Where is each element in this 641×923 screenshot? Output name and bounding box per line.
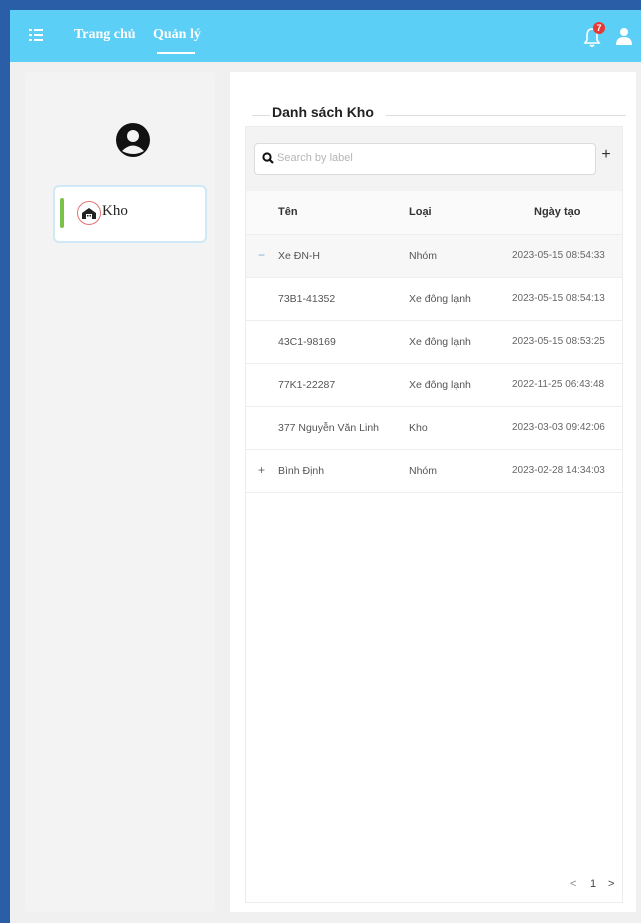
pagination-page[interactable]: 1 — [590, 878, 596, 890]
column-name: Tên — [278, 206, 298, 218]
table-row[interactable]: + Bình Định Nhóm 2023-02-28 14:34:03 — [246, 450, 622, 493]
cell-type: Kho — [409, 422, 428, 434]
table-row[interactable]: 73B1-41352 Xe đông lạnh 2023-05-15 08:54… — [246, 278, 622, 321]
active-indicator — [60, 198, 64, 228]
cell-date: 2023-05-15 08:54:33 — [512, 250, 605, 261]
cell-name: 43C1-98169 — [278, 336, 336, 348]
table-row[interactable]: − Xe ĐN-H Nhóm 2023-05-15 08:54:33 — [246, 235, 622, 278]
cell-date: 2023-05-15 08:53:25 — [512, 336, 605, 347]
main-panel: Danh sách Kho Search by label + Tên Loại… — [230, 72, 636, 912]
divider — [386, 115, 626, 116]
pagination-next[interactable]: > — [608, 878, 614, 890]
sidebar: Kho — [25, 72, 215, 912]
sidebar-item-kho[interactable]: Kho — [53, 185, 207, 243]
search-area: Search by label + — [246, 127, 622, 191]
cell-name: Xe ĐN-H — [278, 250, 321, 262]
warehouse-icon — [77, 201, 101, 225]
table-row[interactable]: 377 Nguyễn Văn Linh Kho 2023-03-03 09:42… — [246, 407, 622, 450]
search-input[interactable]: Search by label — [254, 143, 596, 175]
app-frame: Trang chủ Quản lý 7 Kho Danh sách Kho Se… — [10, 10, 641, 923]
top-bar: Trang chủ Quản lý 7 — [10, 10, 641, 62]
nav-home[interactable]: Trang chủ — [74, 27, 136, 43]
search-placeholder: Search by label — [277, 152, 353, 164]
pagination-prev[interactable]: < — [570, 878, 576, 890]
cell-name: 73B1-41352 — [278, 293, 336, 305]
sidebar-item-label: Kho — [102, 203, 128, 219]
table-row[interactable]: 43C1-98169 Xe đông lạnh 2023-05-15 08:53… — [246, 321, 622, 364]
search-icon — [262, 152, 274, 164]
expand-icon[interactable]: + — [258, 463, 265, 477]
add-button[interactable]: + — [599, 145, 613, 165]
active-tab-indicator — [157, 52, 195, 54]
user-icon[interactable] — [616, 27, 632, 45]
cell-type: Nhóm — [409, 250, 438, 262]
cell-date: 2022-11-25 06:43:48 — [512, 379, 605, 390]
divider — [252, 115, 270, 116]
nav-manage[interactable]: Quản lý — [153, 27, 201, 43]
notification-badge: 7 — [593, 22, 605, 34]
page-title: Danh sách Kho — [272, 104, 374, 120]
cell-date: 2023-02-28 14:34:03 — [512, 465, 605, 476]
cell-type: Xe đông lạnh — [409, 293, 471, 305]
cell-type: Xe đông lạnh — [409, 336, 471, 348]
table-row[interactable]: 77K1-22287 Xe đông lạnh 2022-11-25 06:43… — [246, 364, 622, 407]
avatar-icon — [116, 123, 150, 157]
cell-type: Xe đông lạnh — [409, 379, 471, 391]
cell-name: 77K1-22287 — [278, 379, 336, 391]
cell-date: 2023-05-15 08:54:13 — [512, 293, 605, 304]
table-header: Tên Loại Ngày tạo — [246, 191, 622, 235]
cell-name: 377 Nguyễn Văn Linh — [278, 422, 379, 434]
cell-date: 2023-03-03 09:42:06 — [512, 422, 605, 433]
menu-icon[interactable] — [29, 27, 43, 43]
column-type: Loại — [409, 206, 432, 218]
warehouse-table: Search by label + Tên Loại Ngày tạo − Xe… — [245, 126, 623, 903]
column-created: Ngày tạo — [534, 206, 581, 218]
collapse-icon[interactable]: − — [258, 248, 265, 262]
cell-name: Bình Định — [278, 465, 325, 477]
cell-type: Nhóm — [409, 465, 438, 477]
